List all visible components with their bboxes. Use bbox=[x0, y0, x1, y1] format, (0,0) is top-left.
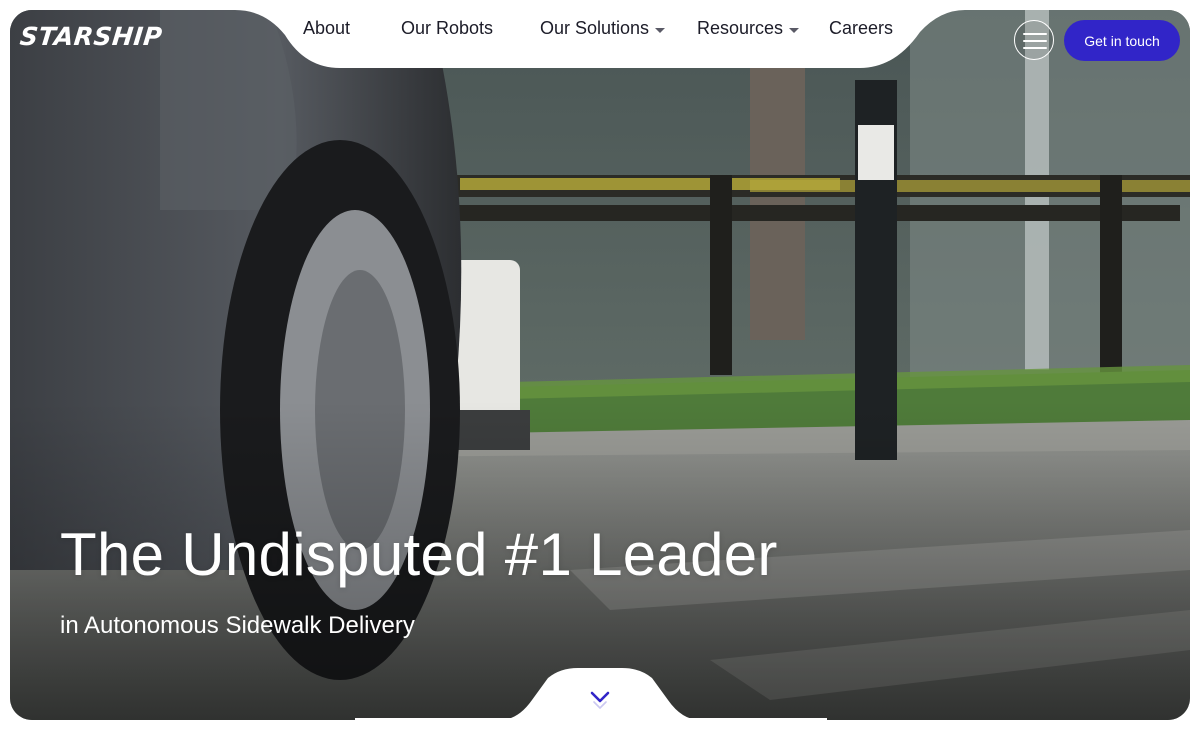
hamburger-line bbox=[1023, 40, 1047, 42]
caret-down-icon bbox=[789, 27, 800, 33]
nav-item-label: Our Robots bbox=[401, 18, 494, 38]
hero-subheadline: in Autonomous Sidewalk Delivery bbox=[60, 612, 415, 639]
nav-item-label: Our Solutions bbox=[540, 18, 650, 38]
chevron-down-icon[interactable] bbox=[580, 684, 620, 714]
nav-item-careers[interactable]: Careers bbox=[829, 18, 893, 39]
hamburger-line bbox=[1023, 47, 1047, 49]
nav-item-our-robots[interactable]: Our Robots bbox=[401, 18, 493, 39]
nav-item-label: Resources bbox=[697, 18, 784, 38]
divider bbox=[355, 718, 827, 720]
hamburger-menu-icon bbox=[1023, 33, 1047, 35]
get-in-touch-button[interactable]: Get in touch bbox=[1064, 20, 1180, 61]
hero-headline: The Undisputed #1 Leader bbox=[60, 521, 778, 588]
nav-item-about[interactable]: About bbox=[303, 18, 350, 39]
nav-item-label: About bbox=[303, 18, 351, 38]
nav-item-resources[interactable]: Resources bbox=[697, 18, 800, 39]
nav-item-label: Careers bbox=[829, 18, 894, 38]
nav-item-our-solutions[interactable]: Our Solutions bbox=[540, 18, 666, 39]
caret-down-icon bbox=[655, 27, 666, 33]
hamburger-menu-button[interactable] bbox=[1014, 20, 1054, 60]
